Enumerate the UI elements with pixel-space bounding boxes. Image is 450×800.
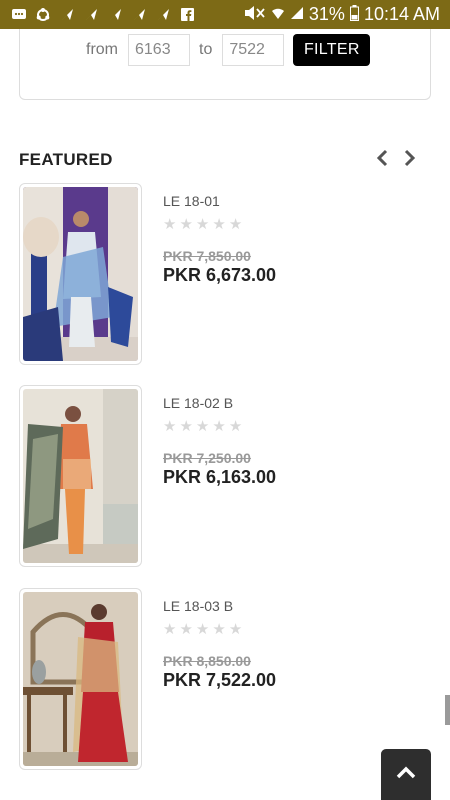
sale-price: PKR 7,522.00 [163,670,277,690]
notification-icons [0,7,194,22]
rating-stars: ★ ★ ★ ★ ★ [163,419,242,434]
product-card[interactable]: LE 18-01 ★ ★ ★ ★ ★ PKR 7,850.00 PKR 6,67… [19,183,431,365]
chevron-left-icon[interactable] [374,148,390,168]
price-filter-row: from 6163 to 7522 FILTER [86,34,371,66]
star-icon: ★ [212,621,226,638]
signal-icon [290,6,304,23]
battery-percent: 31% [308,4,345,24]
star-icon: ★ [179,621,193,638]
send-icon [108,8,122,22]
chevron-right-icon[interactable] [402,148,418,168]
star-icon: ★ [179,418,193,435]
back-to-top-button[interactable] [381,749,431,800]
product-card[interactable]: LE 18-02 B ★ ★ ★ ★ ★ PKR 7,250.00 PKR 6,… [19,385,431,567]
sale-price: PKR 6,163.00 [163,467,277,487]
star-icon: ★ [228,216,243,233]
product-image[interactable] [19,588,142,770]
chevron-up-icon [396,765,416,784]
wifi-icon [271,6,285,23]
star-icon: ★ [212,216,226,233]
clock: 10:14 AM [363,4,440,24]
rating-stars: ★ ★ ★ ★ ★ [163,217,242,232]
carousel-arrows [374,148,418,168]
featured-title: FEATURED [19,150,113,169]
filter-button[interactable]: FILTER [293,34,371,66]
product-name[interactable]: LE 18-03 B [163,598,233,614]
product-name[interactable]: LE 18-01 [163,193,220,209]
send-icon [84,8,98,22]
min-price-input[interactable]: 6163 [128,34,190,66]
send-icon [156,8,170,22]
star-icon: ★ [228,621,243,638]
from-label: from [86,41,118,58]
sale-price: PKR 6,673.00 [163,265,277,285]
star-icon: ★ [163,216,177,233]
rating-stars: ★ ★ ★ ★ ★ [163,622,242,637]
star-icon: ★ [195,216,210,233]
old-price: PKR 7,250.00 [163,450,251,466]
mute-icon [244,6,266,23]
product-image[interactable] [19,183,142,365]
star-icon: ★ [163,621,177,638]
max-price-input[interactable]: 7522 [222,34,285,66]
scrollbar-thumb[interactable] [445,695,450,725]
product-name[interactable]: LE 18-02 B [163,395,233,411]
status-bar: 31% 10:14 AM [0,0,450,29]
old-price: PKR 7,850.00 [163,248,251,264]
to-label: to [199,41,213,58]
facebook-icon [180,8,194,22]
product-image[interactable] [19,385,142,567]
star-icon: ★ [163,418,177,435]
battery-icon [349,5,359,24]
star-icon: ★ [228,418,243,435]
star-icon: ★ [212,418,226,435]
system-indicators: 31% 10:14 AM [244,0,440,29]
star-icon: ★ [195,418,210,435]
old-price: PKR 8,850.00 [163,653,251,669]
star-icon: ★ [179,216,193,233]
send-icon [132,8,146,22]
message-icon [12,8,26,22]
star-icon: ★ [195,621,210,638]
send-icon [60,8,74,22]
product-card[interactable]: LE 18-03 B ★ ★ ★ ★ ★ PKR 8,850.00 PKR 7,… [19,588,431,770]
sync-icon [36,7,50,22]
